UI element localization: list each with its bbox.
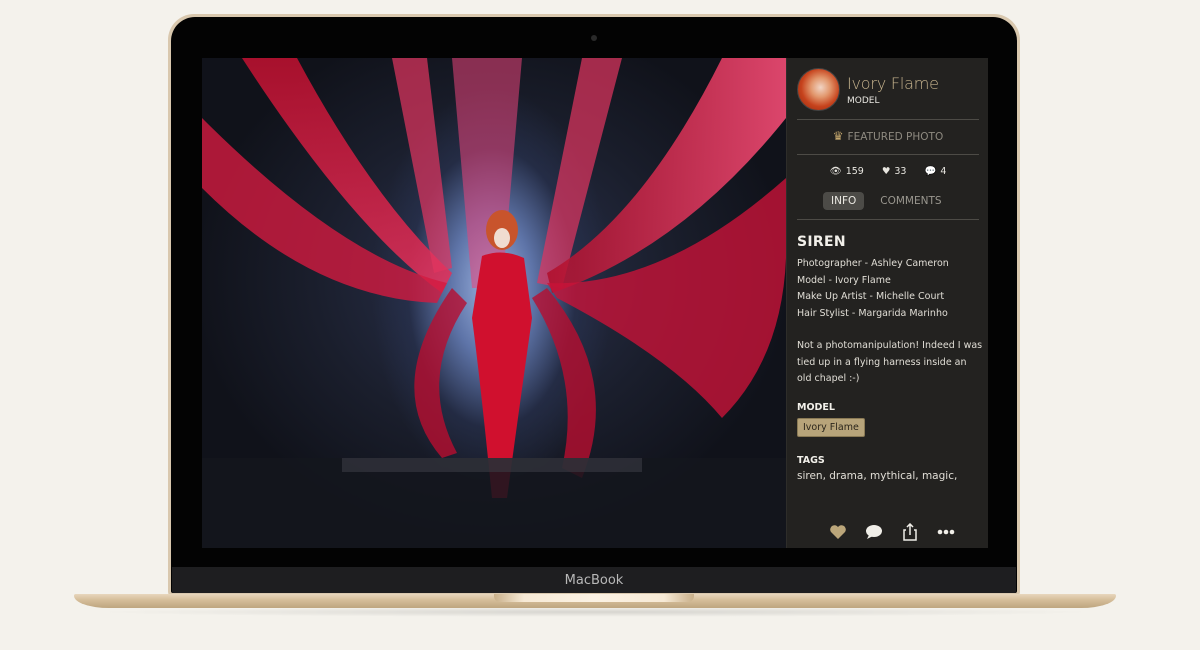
photo-title: SIREN: [797, 234, 846, 250]
likes-count: 33: [894, 166, 907, 177]
tabs: INFO COMMENTS: [823, 192, 950, 210]
like-button[interactable]: [829, 524, 847, 540]
featured-label: FEATURED PHOTO: [847, 131, 944, 143]
stats-row: 👁 159 ♥ 33 💬 4: [787, 166, 988, 177]
heart-icon: ♥: [881, 166, 891, 177]
credit-line: Make Up Artist - Michelle Court: [797, 291, 945, 302]
eye-icon: 👁: [829, 166, 842, 177]
credits-list: Photographer - Ashley Cameron Model - Iv…: [797, 256, 983, 322]
divider: [797, 119, 979, 120]
photo-description: Not a photomanipulation! Indeed I was ti…: [797, 340, 983, 384]
credit-line: Photographer - Ashley Cameron: [797, 258, 949, 269]
brand-label: MacBook: [564, 573, 624, 588]
crown-icon: ♛: [832, 129, 844, 143]
profile-name[interactable]: Ivory Flame: [847, 74, 939, 93]
laptop-notch: [494, 594, 694, 602]
speech-bubble-icon: 💬: [924, 166, 937, 177]
avatar[interactable]: [797, 68, 840, 111]
divider: [797, 154, 979, 155]
camera-icon: [591, 35, 597, 41]
tab-info[interactable]: INFO: [823, 192, 865, 210]
comment-button[interactable]: [865, 524, 883, 540]
credit-line: Hair Stylist - Margarida Marinho: [797, 307, 948, 319]
photo-viewer[interactable]: [202, 58, 786, 548]
laptop-shadow: [90, 607, 1100, 617]
share-button[interactable]: [901, 523, 919, 541]
speech-bubble-icon: [866, 525, 882, 539]
model-chip[interactable]: Ivory Flame: [797, 417, 865, 437]
photo-drapes: [202, 58, 786, 548]
share-icon: [903, 523, 917, 541]
tab-comments[interactable]: COMMENTS: [872, 192, 949, 210]
comments-stat: 💬 4: [924, 166, 946, 177]
photo-info-sidebar: Ivory Flame MODEL ♛ FEATURED PHOTO 👁 159 ♥…: [786, 58, 988, 548]
screen: Ivory Flame MODEL ♛ FEATURED PHOTO 👁 159 ♥…: [202, 58, 988, 548]
info-content: SIREN Photographer - Ashley Cameron Mode…: [797, 234, 983, 482]
likes-stat: ♥ 33: [882, 166, 907, 177]
views-stat: 👁 159: [830, 166, 864, 177]
action-bar: [829, 523, 955, 541]
tags-heading: TAGS: [797, 454, 825, 466]
laptop-chin: MacBook: [172, 567, 1016, 593]
divider: [797, 219, 979, 220]
featured-badge: ♛ FEATURED PHOTO: [787, 129, 988, 143]
ellipsis-icon: [937, 529, 955, 535]
tags-list[interactable]: siren, drama, mythical, magic,: [797, 470, 983, 482]
profile[interactable]: Ivory Flame MODEL: [797, 68, 939, 111]
views-count: 159: [845, 166, 864, 177]
credit-line: Model - Ivory Flame: [797, 274, 891, 286]
heart-icon: [830, 525, 846, 539]
model-heading: MODEL: [797, 401, 835, 413]
profile-role: MODEL: [847, 95, 880, 106]
more-button[interactable]: [937, 524, 955, 540]
comments-count: 4: [940, 166, 947, 177]
